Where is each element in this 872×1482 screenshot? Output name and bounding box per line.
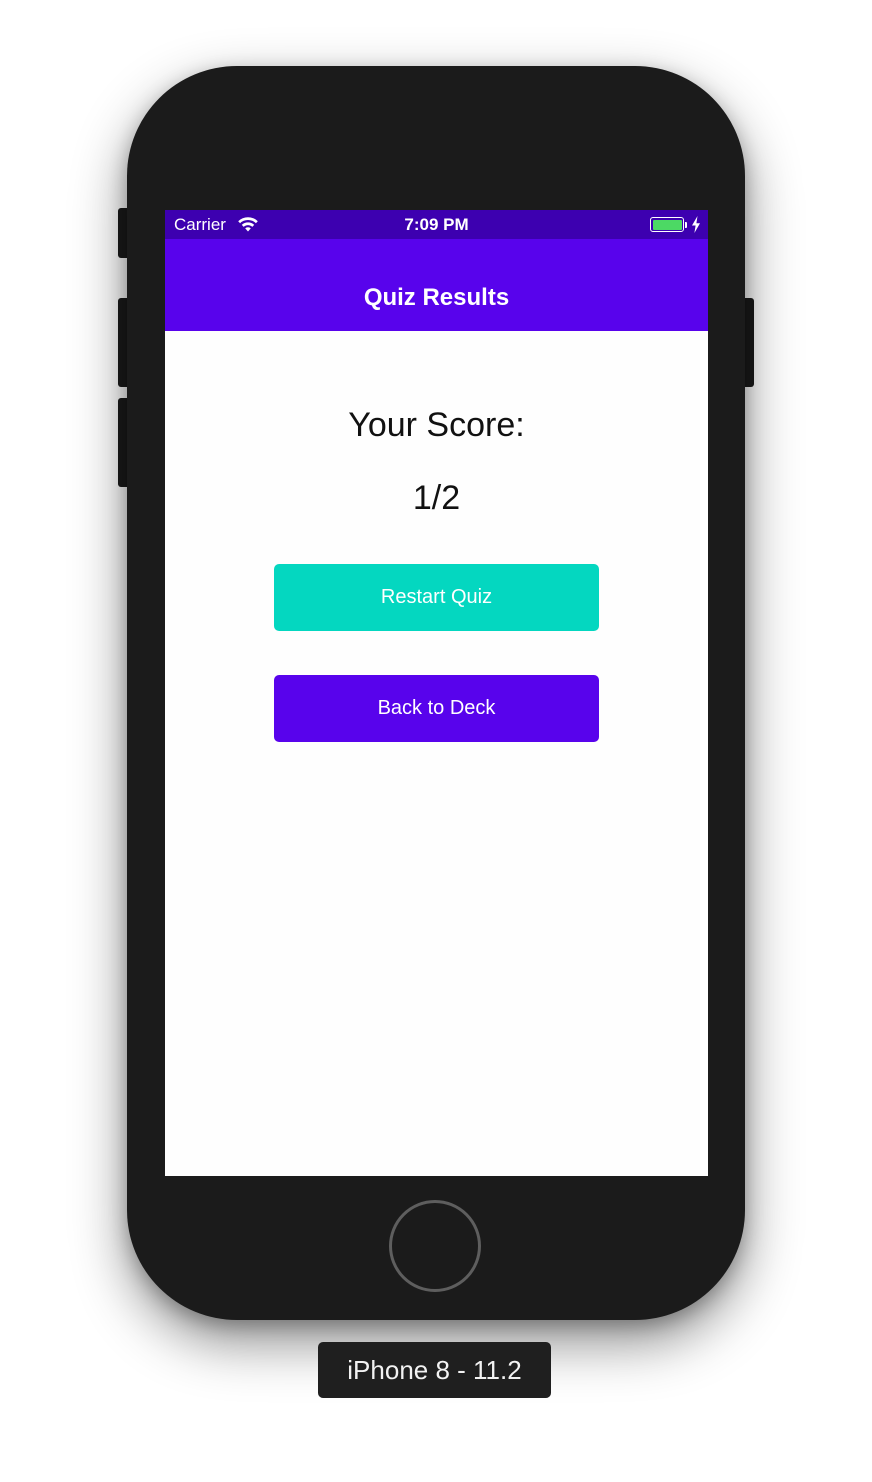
charging-bolt-icon: [692, 216, 700, 233]
status-time: 7:09 PM: [404, 215, 469, 234]
restart-quiz-label: Restart Quiz: [380, 586, 493, 608]
score-value: 1/2: [412, 479, 461, 517]
device-label: iPhone 8 - 11.2: [318, 1342, 551, 1398]
score-label: Your Score:: [348, 406, 525, 444]
page-title: Quiz Results: [363, 284, 510, 311]
restart-quiz-button[interactable]: Restart Quiz: [274, 564, 599, 631]
device-label-text: iPhone 8 - 11.2: [347, 1354, 522, 1385]
home-button[interactable]: [389, 1200, 481, 1292]
battery-icon: [650, 217, 684, 232]
battery-cap: [685, 222, 687, 228]
status-bar: Carrier 7:09 PM: [165, 210, 708, 239]
navigation-bar: Quiz Results: [165, 239, 708, 331]
battery-level: [652, 219, 682, 230]
phone-screen: Carrier 7:09 PM Quiz Results Your Score:…: [165, 210, 708, 1176]
back-to-deck-button[interactable]: Back to Deck: [274, 675, 599, 742]
back-to-deck-label: Back to Deck: [377, 697, 496, 719]
simulator-stage: Carrier 7:09 PM Quiz Results Your Score:…: [0, 0, 872, 1482]
